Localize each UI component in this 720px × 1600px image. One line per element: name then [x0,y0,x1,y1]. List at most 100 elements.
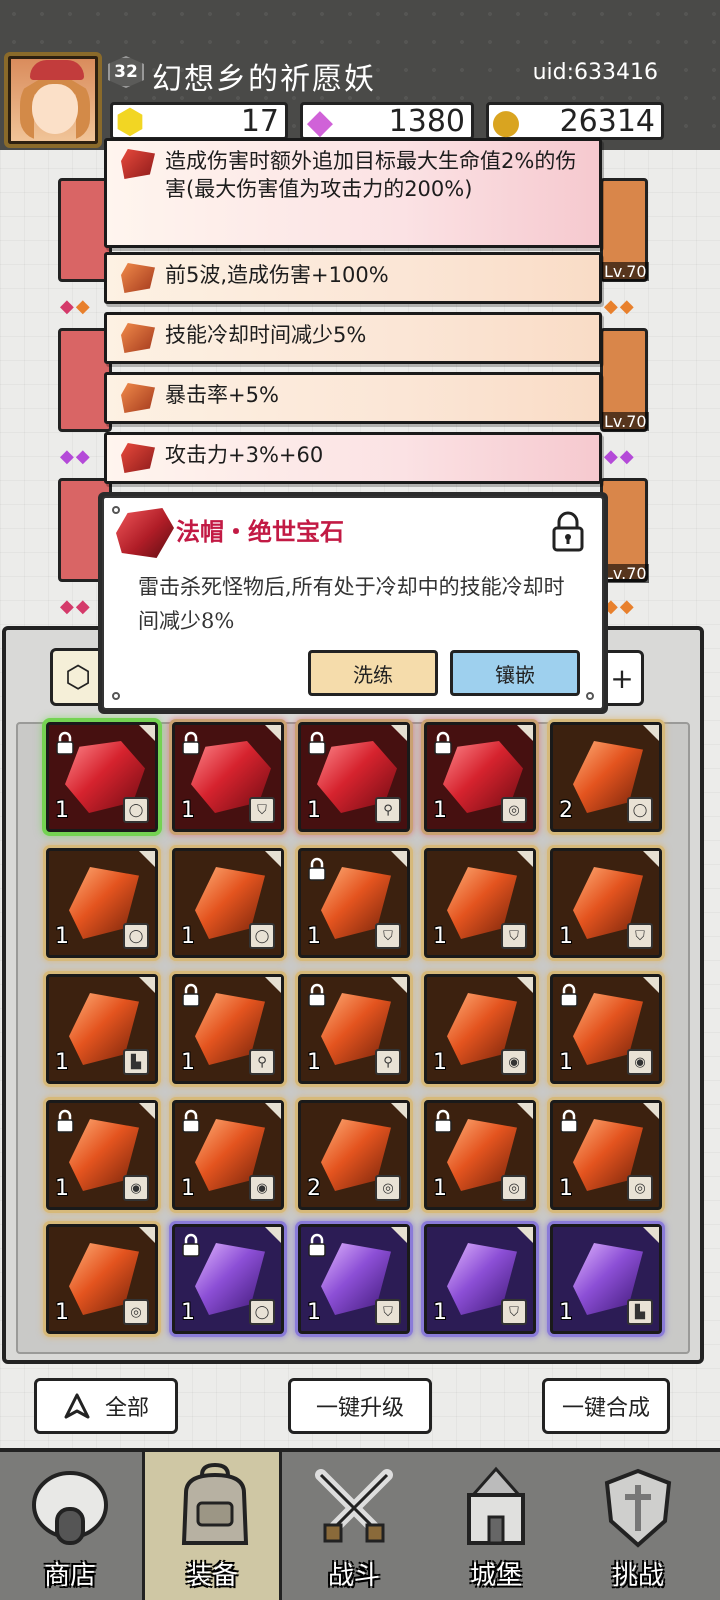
gem-slot[interactable]: 1 ◯ [46,848,158,958]
one-click-merge-button[interactable]: 一键合成 [542,1378,670,1434]
backpack-icon [169,1462,261,1554]
gem-count: 2 [559,798,573,823]
orange-gem-icon [121,383,155,413]
gem-slot[interactable]: 1 ◉ [424,974,536,1084]
staff-slot-icon: ⚲ [249,1049,275,1075]
gem-slot[interactable]: 1 ▙ [46,974,158,1084]
lock-icon [560,983,578,1007]
gem-slot[interactable]: 1 ◯ [172,1224,284,1334]
gem-slot[interactable]: 2 ◎ [298,1100,410,1210]
gem-slot[interactable]: 1 ◎ [550,1100,662,1210]
tab-shop[interactable]: 商店 [0,1452,140,1600]
corner-fold [391,725,407,741]
lock-icon [182,1109,200,1133]
amulet-slot-icon: ◎ [501,797,527,823]
gem-slot[interactable]: 1 ◯ [172,848,284,958]
equip-slot-level: Lv.70 [602,262,649,281]
lock-icon [56,1109,74,1133]
corner-fold [391,1103,407,1119]
amulet-slot-icon: ◎ [501,1175,527,1201]
tab-castle[interactable]: 城堡 [426,1452,566,1600]
gem-slot[interactable]: 1 ◉ [172,1100,284,1210]
ring2-slot-icon: ◉ [627,1049,653,1075]
gem-count: 1 [55,1300,69,1325]
gem-count: 1 [559,1050,573,1075]
lock-icon [434,731,452,755]
red-gem-icon [121,149,155,179]
gem-slot[interactable]: 1 ⛉ [424,1224,536,1334]
gem-count: 1 [55,924,69,949]
player-name: 幻想乡的祈愿妖 [152,62,376,97]
orange-gem-icon [121,323,155,353]
ring-slot-icon: ◯ [249,923,275,949]
tab-challenge[interactable]: 挑战 [568,1452,708,1600]
player-avatar[interactable] [4,52,102,148]
gem-count: 2 [307,1176,321,1201]
gem-slot[interactable]: 1 ⚲ [298,722,410,832]
gem-title: 法帽・绝世宝石 [176,517,344,546]
armor-slot-icon: ⛉ [501,923,527,949]
tab-battle[interactable]: 战斗 [284,1452,424,1600]
tab-label: 装备 [185,1561,238,1591]
corner-fold [643,1103,659,1119]
gem-slot[interactable]: 1 ◎ [424,1100,536,1210]
gem-count: 1 [559,1300,573,1325]
lock-icon [182,1233,200,1257]
corner-decoration [586,692,594,700]
corner-fold [265,1227,281,1243]
ring2-slot-icon: ◉ [249,1175,275,1201]
gem-slot[interactable]: 1 ▙ [550,1224,662,1334]
tab-label: 商店 [43,1561,96,1591]
gem-slot[interactable]: 1 ◉ [550,974,662,1084]
gem-count: 1 [181,1176,195,1201]
armor-slot-icon: ⛉ [501,1299,527,1325]
corner-fold [139,977,155,993]
amulet-slot-icon: ◎ [627,1175,653,1201]
corner-fold [139,725,155,741]
stat-text: 技能冷却时间减少5% [165,323,367,347]
gem-slot[interactable]: 1 ◎ [424,722,536,832]
gem-slot[interactable]: 1 ⛉ [172,722,284,832]
tab-label: 战斗 [327,1561,380,1591]
gem-count: 1 [307,798,321,823]
gem-slot[interactable]: 1 ◯ [46,722,158,832]
stat-row: 技能冷却时间减少5% [104,312,602,364]
red-gem-icon [121,443,155,473]
avatar-face [32,84,78,134]
gem-count: 1 [181,1300,195,1325]
currency-diamond-value: 1380 [388,103,465,139]
gem-slot[interactable]: 1 ◎ [46,1224,158,1334]
ring-slot-icon: ◯ [123,923,149,949]
lock-icon[interactable] [550,510,586,554]
gem-count: 1 [559,924,573,949]
refine-button[interactable]: 洗练 [308,650,438,696]
socket-indicator-icon: ◆◆ [604,446,636,467]
shop-icon [24,1462,116,1554]
currency-coin[interactable]: ● 26314 [486,102,664,142]
gem-slot[interactable]: 1 ⛉ [550,848,662,958]
gem-count: 1 [433,924,447,949]
avatar-hat [30,60,84,80]
amulet-slot-icon: ◎ [123,1299,149,1325]
currency-diamond[interactable]: ◆ 1380 [300,102,474,142]
armor-slot-icon: ⛉ [375,923,401,949]
ring2-slot-icon: ◉ [123,1175,149,1201]
one-click-upgrade-button[interactable]: 一键升级 [288,1378,432,1434]
inlay-button[interactable]: 镶嵌 [450,650,580,696]
equip-slot-level: Lv.70 [602,564,649,583]
boots-slot-icon: ▙ [123,1049,149,1075]
gem-slot[interactable]: 1 ⛉ [298,848,410,958]
gem-count: 1 [559,1176,573,1201]
gem-slot[interactable]: 1 ⛉ [424,848,536,958]
gem-count: 1 [307,924,321,949]
gem-slot[interactable]: 1 ⚲ [172,974,284,1084]
tab-label: 挑战 [611,1561,664,1591]
gem-slot[interactable]: 1 ⚲ [298,974,410,1084]
gem-count: 1 [181,1050,195,1075]
gem-slot[interactable]: 2 ◯ [550,722,662,832]
gem-slot[interactable]: 1 ◉ [46,1100,158,1210]
gem-slot[interactable]: 1 ⛉ [298,1224,410,1334]
currency-gold-gem[interactable]: ⬢ 17 [110,102,288,142]
tab-equipment[interactable]: 装备 [142,1452,282,1600]
filter-all-button[interactable]: 全部 [34,1378,178,1434]
